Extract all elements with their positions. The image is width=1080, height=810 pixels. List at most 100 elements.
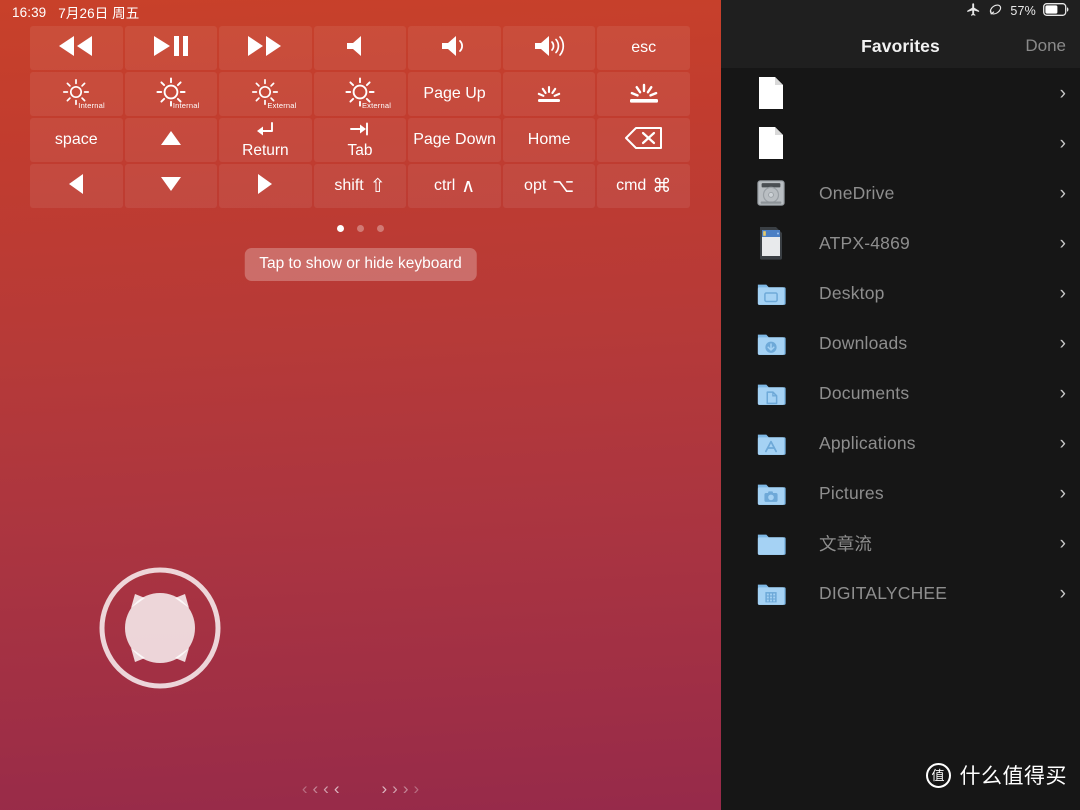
key-brightness-up-external[interactable]: External [313, 72, 407, 116]
screen: 16:39 7月26日 周五 esc Internal Internal Extern… [0, 0, 1080, 810]
list-item-label: Downloads [819, 332, 908, 353]
key-space[interactable]: space [30, 118, 123, 162]
airplane-mode-icon [966, 2, 981, 20]
chevron-right-icon[interactable]: › [1060, 134, 1066, 153]
return-arrow-icon [255, 121, 275, 142]
key-delete[interactable] [597, 118, 690, 162]
list-item[interactable]: Downloads › [721, 318, 1080, 368]
chevron-right-icon: › [413, 779, 420, 798]
chevron-right-icon[interactable]: › [1060, 84, 1066, 103]
chevron-right-icon[interactable]: › [1060, 434, 1066, 453]
list-item[interactable]: › [721, 118, 1080, 168]
key-ctrl[interactable]: ctrl ∧ [408, 164, 501, 208]
key-label: Tab [347, 141, 373, 159]
key-label: Home [527, 131, 571, 148]
key-arrow-down[interactable] [124, 164, 218, 208]
key-label: Page Down [413, 131, 496, 148]
list-item[interactable]: OneDrive › [721, 168, 1080, 218]
play-pause-icon [149, 33, 193, 63]
brightness-down-icon: External [219, 72, 312, 116]
chevron-right-icon[interactable]: › [1060, 184, 1066, 203]
list-item[interactable]: DIGITALYCHEE › [721, 568, 1080, 618]
key-label: esc [631, 39, 657, 56]
key-play-pause[interactable] [124, 26, 218, 70]
directional-pad[interactable] [97, 565, 223, 691]
key-label: cmd [616, 177, 647, 194]
list-item[interactable]: ATPX-4869 › [721, 218, 1080, 268]
key-keyboard-backlight-down[interactable] [502, 72, 596, 116]
page-indicator[interactable] [0, 225, 721, 232]
key-modifier-symbol: ⌥ [552, 175, 575, 197]
chevron-right-icon[interactable]: › [1060, 284, 1066, 303]
page-dot-3[interactable] [377, 225, 384, 232]
tab-arrow-icon [349, 121, 370, 142]
key-arrow-up[interactable] [124, 118, 218, 162]
brightness-down-icon: Internal [30, 72, 123, 116]
page-dot-1[interactable] [337, 225, 344, 232]
brightness-up-icon: External [314, 72, 407, 116]
status-date: 7月26日 周五 [58, 6, 140, 21]
list-item-label: OneDrive [819, 182, 895, 203]
folder-applications-icon [756, 426, 786, 460]
folder-downloads-icon [756, 326, 786, 360]
key-modifier-label: External [267, 101, 297, 110]
chevron-right-icon: › [381, 779, 388, 798]
list-item[interactable]: Documents › [721, 368, 1080, 418]
list-item[interactable]: 文章流 › [721, 518, 1080, 568]
key-shift[interactable]: shift ⇧ [313, 164, 407, 208]
favorites-panel: 57% Favorites Done › › OneDrive › ATPX-4869 ›… [721, 0, 1080, 810]
key-volume-up[interactable] [502, 26, 596, 70]
battery-percent: 57% [1010, 4, 1036, 18]
page-dot-2[interactable] [357, 225, 364, 232]
chevron-right-icon[interactable]: › [1060, 334, 1066, 353]
volume-up-icon [531, 33, 567, 63]
key-arrow-right[interactable] [219, 164, 312, 208]
status-bar-left: 16:39 7月26日 周五 [0, 0, 721, 24]
chevron-left-icon: ‹ [333, 779, 340, 798]
key-page-down[interactable]: Page Down [408, 118, 501, 162]
chevron-right-icon[interactable]: › [1060, 534, 1066, 553]
list-item[interactable]: Applications › [721, 418, 1080, 468]
document-icon [756, 126, 786, 160]
folder-plain-icon [756, 526, 786, 560]
key-keyboard-backlight-up[interactable] [597, 72, 690, 116]
key-brightness-down-external[interactable]: External [219, 72, 312, 116]
volume-mute-icon [343, 33, 377, 63]
key-tab[interactable]: Tab [313, 118, 407, 162]
folder-desktop-icon [756, 276, 786, 310]
key-grid: esc Internal Internal External External Page … [30, 26, 690, 208]
key-rewind[interactable] [30, 26, 123, 70]
key-fast-forward[interactable] [219, 26, 312, 70]
key-home[interactable]: Home [502, 118, 596, 162]
list-item[interactable]: › [721, 68, 1080, 118]
folder-pictures-icon [756, 476, 786, 510]
key-opt[interactable]: opt ⌥ [502, 164, 596, 208]
key-return[interactable]: Return [219, 118, 312, 162]
status-time: 16:39 [12, 4, 47, 20]
key-brightness-up-internal[interactable]: Internal [124, 72, 218, 116]
key-page-up[interactable]: Page Up [408, 72, 501, 116]
key-label: shift [334, 177, 364, 194]
fast-forward-icon [243, 33, 287, 63]
list-item[interactable]: Pictures › [721, 468, 1080, 518]
chevron-right-icon[interactable]: › [1060, 234, 1066, 253]
key-esc[interactable]: esc [597, 26, 690, 70]
key-brightness-down-internal[interactable]: Internal [30, 72, 123, 116]
list-item-label: Desktop [819, 282, 885, 303]
done-button[interactable]: Done [1025, 36, 1066, 56]
key-mute[interactable] [313, 26, 407, 70]
list-item[interactable]: Desktop › [721, 268, 1080, 318]
bottom-swipe-indicator: ‹ ‹ ‹ ‹ › › › › [0, 780, 721, 797]
watermark: 值 什么值得买 [925, 760, 1068, 790]
key-label: ctrl [433, 177, 456, 194]
chevron-right-icon[interactable]: › [1060, 384, 1066, 403]
keyboard-backlight-up-icon [622, 78, 666, 110]
hard-drive-icon [756, 176, 786, 210]
key-cmd[interactable]: cmd ⌘ [597, 164, 690, 208]
keyboard-toggle-hint[interactable]: Tap to show or hide keyboard [244, 248, 477, 281]
key-arrow-left[interactable] [30, 164, 123, 208]
chevron-right-icon[interactable]: › [1060, 484, 1066, 503]
chevron-right-icon[interactable]: › [1060, 584, 1066, 603]
chevron-left-icon: ‹ [323, 779, 329, 798]
key-volume-down[interactable] [408, 26, 501, 70]
